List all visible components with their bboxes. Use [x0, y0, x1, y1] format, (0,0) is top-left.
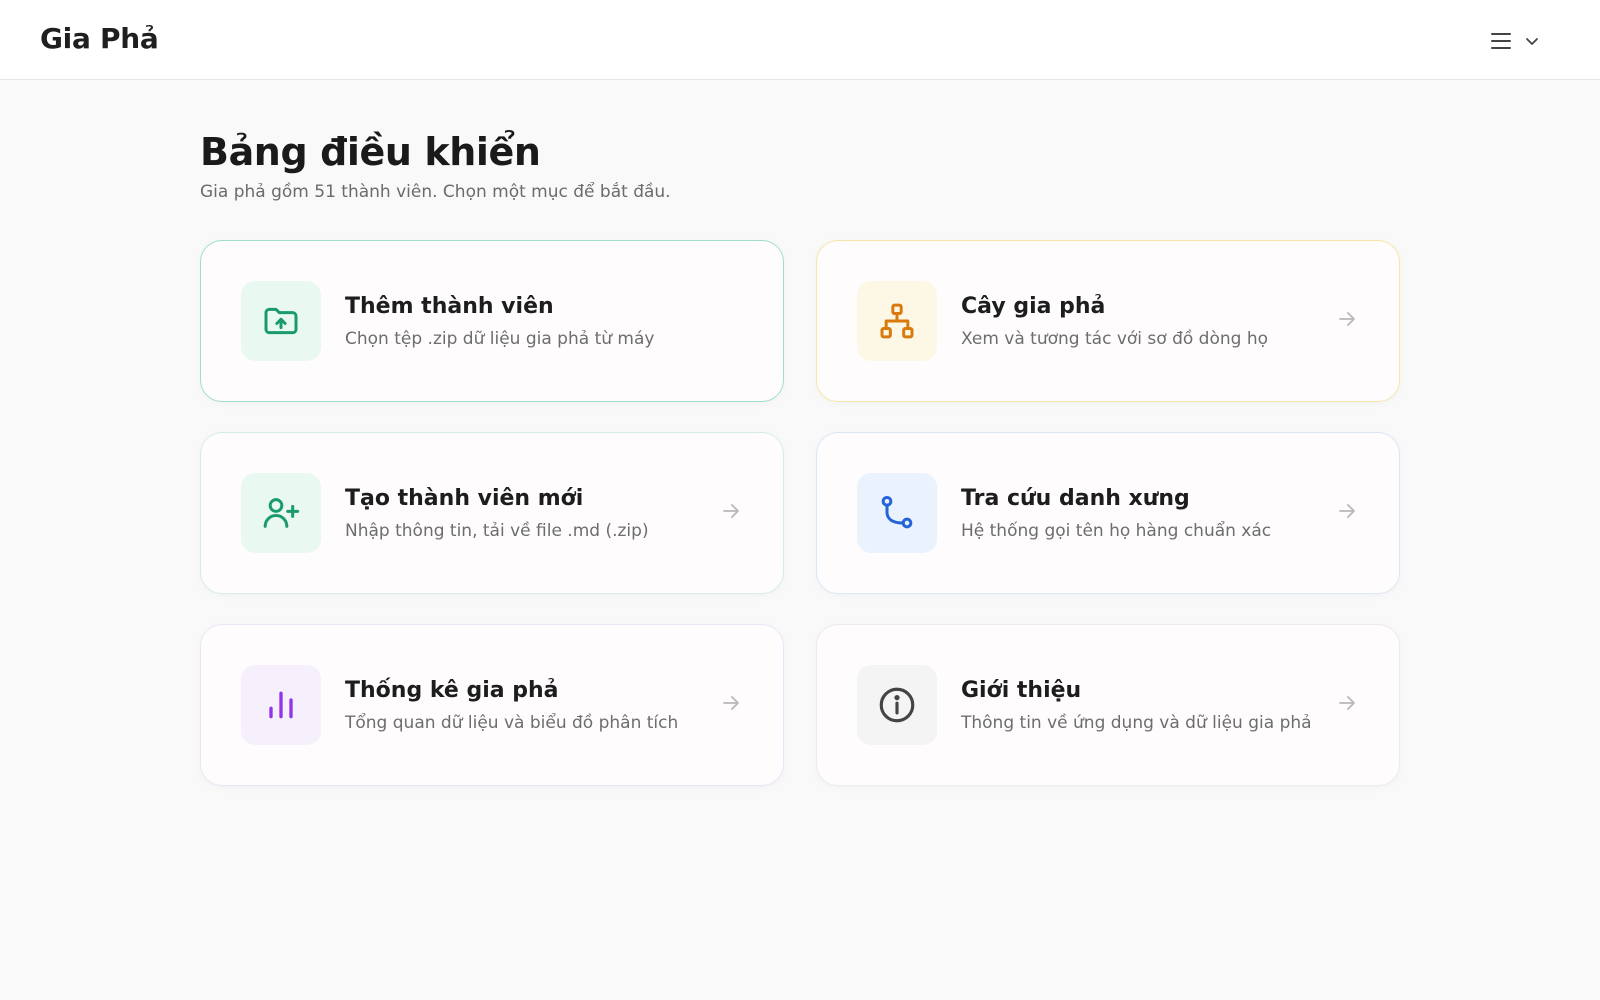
- page-subtitle: Gia phả gồm 51 thành viên. Chọn một mục …: [200, 182, 671, 202]
- statistics-title: Thống kê gia phả: [345, 677, 559, 703]
- kinship-lookup-card[interactable]: Tra cứu danh xưng Hệ thống gọi tên họ hà…: [816, 432, 1400, 594]
- create-member-desc: Nhập thông tin, tải về file .md (.zip): [345, 520, 649, 541]
- about-desc: Thông tin về ứng dụng và dữ liệu gia phả: [961, 712, 1312, 733]
- family-tree-title: Cây gia phả: [961, 293, 1106, 319]
- arrow-right-icon: [1339, 312, 1355, 326]
- kinship-lookup-icon-box: [857, 473, 937, 553]
- family-tree-card[interactable]: Cây gia phả Xem và tương tác với sơ đồ d…: [816, 240, 1400, 402]
- user-plus-icon: [263, 498, 300, 528]
- statistics-icon-box: [241, 665, 321, 745]
- add-member-card[interactable]: Thêm thành viên Chọn tệp .zip dữ liệu gi…: [200, 240, 784, 402]
- add-member-title: Thêm thành viên: [345, 293, 554, 319]
- add-member-icon-box: [241, 281, 321, 361]
- family-tree-desc: Xem và tương tác với sơ đồ dòng họ: [961, 328, 1269, 349]
- arrow-right-icon: [723, 696, 739, 710]
- page-title: Bảng điều khiển: [200, 130, 541, 174]
- about-card[interactable]: Giới thiệu Thông tin về ứng dụng và dữ l…: [816, 624, 1400, 786]
- route-icon: [881, 496, 913, 529]
- kinship-lookup-desc: Hệ thống gọi tên họ hàng chuẩn xác: [961, 520, 1272, 541]
- bar-chart-icon: [269, 691, 293, 719]
- create-member-card[interactable]: Tạo thành viên mới Nhập thông tin, tải v…: [200, 432, 784, 594]
- about-title: Giới thiệu: [961, 677, 1082, 703]
- menu-toggle-button[interactable]: [1484, 24, 1556, 58]
- about-icon-box: [857, 665, 937, 745]
- create-member-title: Tạo thành viên mới: [345, 485, 584, 511]
- main-content: Bảng điều khiển Gia phả gồm 51 thành viê…: [200, 80, 1400, 786]
- statistics-card[interactable]: Thống kê gia phả Tổng quan dữ liệu và bi…: [200, 624, 784, 786]
- info-icon: [879, 687, 915, 723]
- top-bar: Gia Phả: [0, 0, 1600, 80]
- brand-title[interactable]: Gia Phả: [40, 22, 159, 55]
- kinship-lookup-title: Tra cứu danh xưng: [961, 485, 1190, 511]
- arrow-right-icon: [723, 504, 739, 518]
- arrow-right-icon: [1339, 696, 1355, 710]
- chevron-down-icon: [1526, 38, 1538, 45]
- hamburger-icon: [1491, 33, 1511, 49]
- add-member-desc: Chọn tệp .zip dữ liệu gia phả từ máy: [345, 328, 655, 349]
- statistics-desc: Tổng quan dữ liệu và biểu đồ phân tích: [345, 712, 679, 733]
- arrow-right-icon: [1339, 504, 1355, 518]
- dashboard-card-grid: Thêm thành viên Chọn tệp .zip dữ liệu gi…: [200, 240, 1400, 786]
- family-tree-icon: [880, 303, 914, 339]
- family-tree-icon-box: [857, 281, 937, 361]
- folder-upload-icon: [264, 307, 298, 335]
- create-member-icon-box: [241, 473, 321, 553]
